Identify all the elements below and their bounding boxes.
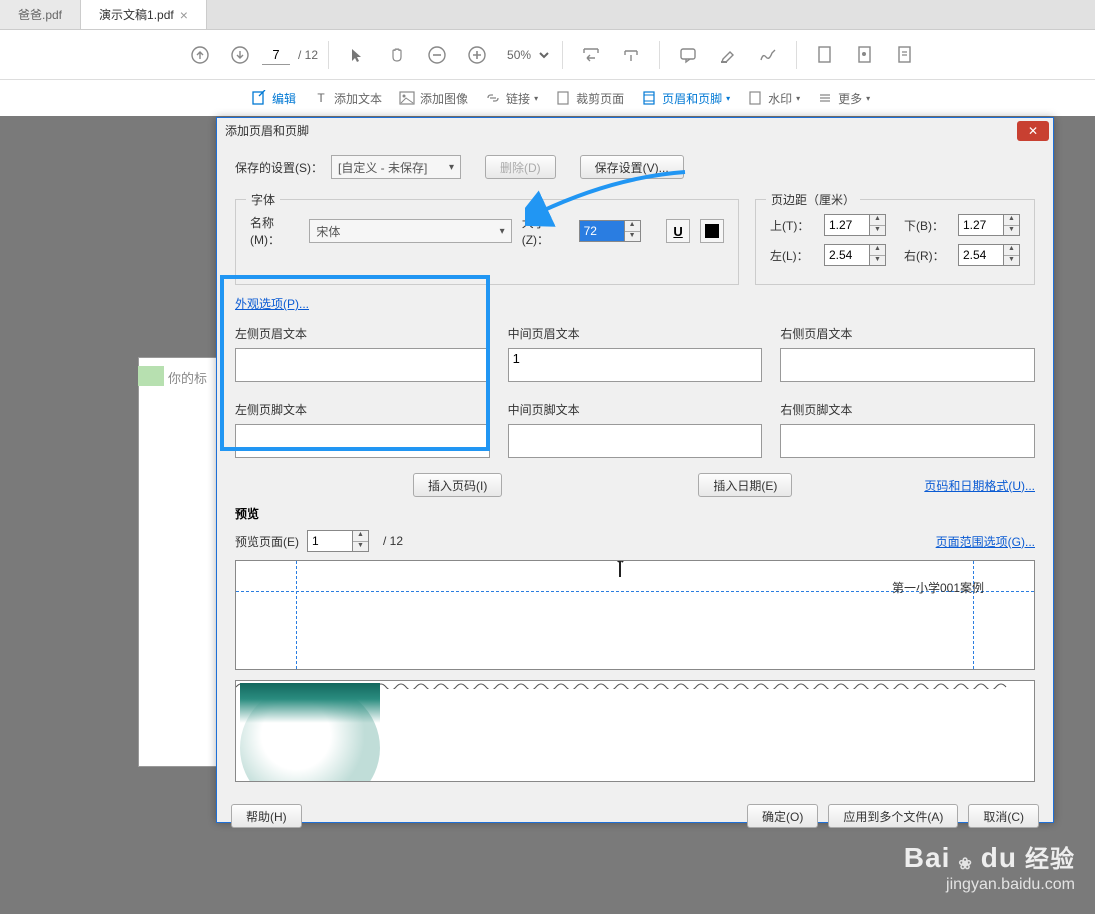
margin-top-label: 上(T)：: [770, 217, 814, 234]
margin-top-input[interactable]: [824, 214, 870, 236]
crop-icon: [554, 89, 572, 107]
margin-bottom-label: 下(B)：: [904, 217, 948, 234]
delete-button[interactable]: 删除(D): [485, 155, 556, 179]
insert-page-button[interactable]: 插入页码(I): [413, 473, 502, 497]
help-button[interactable]: 帮助(H): [231, 804, 302, 828]
page-number-input[interactable]: [262, 45, 290, 65]
preview-footer-box: [235, 680, 1035, 782]
main-toolbar: / 12 50%: [0, 30, 1095, 80]
zoom-select[interactable]: 50%: [499, 45, 552, 65]
file-icon-1[interactable]: [807, 37, 843, 73]
dialog-title-bar: 添加页眉和页脚 ✕: [217, 118, 1053, 143]
rotate-icon[interactable]: [613, 37, 649, 73]
highlight-icon[interactable]: [710, 37, 746, 73]
tab-active[interactable]: 演示文稿1.pdf ×: [81, 0, 207, 29]
zoom-in-icon[interactable]: [459, 37, 495, 73]
preview-page-label: 预览页面(E): [235, 533, 299, 550]
preview-header-box: 第一小学001案例: [235, 560, 1035, 670]
left-footer-input[interactable]: [235, 424, 490, 458]
ok-button[interactable]: 确定(O): [747, 804, 818, 828]
center-header-label: 中间页眉文本: [508, 325, 763, 342]
right-header-input[interactable]: [780, 348, 1035, 382]
font-color-button[interactable]: [700, 219, 724, 243]
preview-total: / 12: [383, 534, 403, 548]
watermark-tool[interactable]: 水印▾: [746, 89, 800, 107]
edit-icon: [250, 89, 268, 107]
watermark-icon: [746, 89, 764, 107]
crop-tool[interactable]: 裁剪页面: [554, 89, 624, 107]
file-icon-2[interactable]: [847, 37, 883, 73]
file-icon-3[interactable]: [887, 37, 923, 73]
page-date-format-link[interactable]: 页码和日期格式(U)...: [924, 477, 1035, 494]
left-header-input[interactable]: [235, 348, 490, 382]
sign-icon[interactable]: [750, 37, 786, 73]
add-text-tool[interactable]: T添加文本: [312, 89, 382, 107]
preview-page-input[interactable]: [307, 530, 353, 552]
header-footer-tool[interactable]: 页眉和页脚▾: [640, 89, 730, 107]
page-range-link[interactable]: 页面范围选项(G)...: [936, 533, 1035, 550]
margin-top-spinner[interactable]: ▲▼: [870, 214, 886, 236]
tab-bar: 爸爸.pdf 演示文稿1.pdf ×: [0, 0, 1095, 30]
image-icon: [398, 89, 416, 107]
comment-icon[interactable]: [670, 37, 706, 73]
font-section-label: 字体: [246, 191, 280, 208]
margin-left-spinner[interactable]: ▲▼: [870, 244, 886, 266]
fit-width-icon[interactable]: [573, 37, 609, 73]
center-footer-input[interactable]: [508, 424, 763, 458]
tab-inactive[interactable]: 爸爸.pdf: [0, 0, 81, 29]
font-size-input[interactable]: [579, 220, 625, 242]
margin-right-spinner[interactable]: ▲▼: [1004, 244, 1020, 266]
font-name-label: 名称(M)：: [250, 214, 299, 248]
header-footer-icon: [640, 89, 658, 107]
margin-right-input[interactable]: [958, 244, 1004, 266]
font-name-select[interactable]: 宋体▾: [309, 219, 511, 243]
margin-right-label: 右(R)：: [904, 247, 948, 264]
left-header-label: 左侧页眉文本: [235, 325, 490, 342]
preview-section-label: 预览: [235, 505, 1035, 522]
saved-settings-select[interactable]: [自定义 - 未保存]▾: [331, 155, 461, 179]
center-header-input[interactable]: [508, 348, 763, 382]
font-size-label: 大小(Z)：: [522, 214, 569, 248]
zoom-out-icon[interactable]: [419, 37, 455, 73]
text-icon: T: [312, 89, 330, 107]
save-settings-button[interactable]: 保存设置(V)...: [580, 155, 684, 179]
page-total: / 12: [298, 48, 318, 62]
next-page-icon[interactable]: [222, 37, 258, 73]
margin-bottom-input[interactable]: [958, 214, 1004, 236]
right-footer-label: 右侧页脚文本: [780, 401, 1035, 418]
insert-date-button[interactable]: 插入日期(E): [698, 473, 792, 497]
edit-tool[interactable]: 编辑: [250, 89, 296, 107]
margin-left-label: 左(L)：: [770, 247, 814, 264]
underline-button[interactable]: U: [666, 219, 690, 243]
secondary-toolbar: 编辑 T添加文本 添加图像 链接▾ 裁剪页面 页眉和页脚▾ 水印▾ 更多▾: [0, 80, 1095, 116]
appearance-options-link[interactable]: 外观选项(P)...: [235, 297, 309, 311]
margin-bottom-spinner[interactable]: ▲▼: [1004, 214, 1020, 236]
link-tool[interactable]: 链接▾: [484, 89, 538, 107]
right-footer-input[interactable]: [780, 424, 1035, 458]
right-header-label: 右侧页眉文本: [780, 325, 1035, 342]
doc-text-sample: 你的标: [168, 368, 207, 387]
preview-page-spinner[interactable]: ▲▼: [353, 530, 369, 552]
close-button[interactable]: ✕: [1017, 121, 1049, 141]
apply-multi-button[interactable]: 应用到多个文件(A): [828, 804, 958, 828]
pointer-icon[interactable]: [339, 37, 375, 73]
prev-page-icon[interactable]: [182, 37, 218, 73]
more-icon: [816, 89, 834, 107]
margin-left-input[interactable]: [824, 244, 870, 266]
preview-content-text: 第一小学001案例: [892, 579, 984, 596]
dialog-title: 添加页眉和页脚: [225, 122, 309, 139]
close-icon[interactable]: ×: [180, 8, 188, 22]
font-size-spinner[interactable]: ▲▼: [625, 220, 641, 242]
center-footer-label: 中间页脚文本: [508, 401, 763, 418]
add-image-tool[interactable]: 添加图像: [398, 89, 468, 107]
margins-section-label: 页边距（厘米）: [766, 191, 860, 208]
saved-settings-label: 保存的设置(S)：: [235, 159, 323, 176]
left-footer-label: 左侧页脚文本: [235, 401, 490, 418]
cancel-button[interactable]: 取消(C): [968, 804, 1039, 828]
doc-highlight: [138, 366, 164, 386]
header-footer-dialog: 添加页眉和页脚 ✕ 保存的设置(S)： [自定义 - 未保存]▾ 删除(D) 保…: [216, 117, 1054, 823]
hand-icon[interactable]: [379, 37, 415, 73]
more-tool[interactable]: 更多▾: [816, 89, 870, 107]
link-icon: [484, 89, 502, 107]
